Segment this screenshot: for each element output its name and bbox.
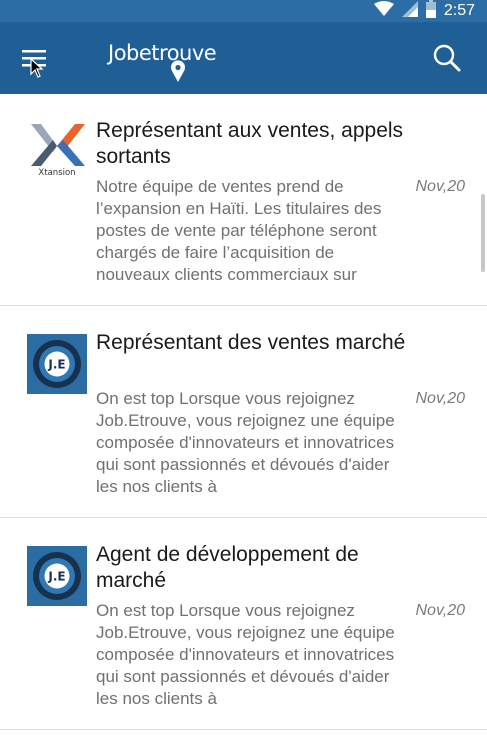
app-logo: Jobetrouve bbox=[108, 36, 217, 82]
xtansion-logo-text: Xtansion bbox=[38, 168, 75, 178]
job-list-item[interactable]: J.E Représentant des ventes marché On es… bbox=[0, 306, 487, 518]
job-title: Représentant des ventes marché bbox=[96, 331, 406, 354]
job-list-item[interactable]: J.E Agent de développement de marché On … bbox=[0, 518, 487, 730]
search-button[interactable] bbox=[427, 40, 467, 80]
job-title: Agent de développement de marché bbox=[96, 543, 359, 592]
job-list[interactable]: Xtansion Représentant aux ventes, appels… bbox=[0, 94, 487, 737]
battery-icon bbox=[425, 0, 436, 23]
status-icons: 2:57 bbox=[373, 0, 475, 23]
app-bar: Jobetrouve bbox=[0, 22, 487, 94]
search-icon bbox=[432, 43, 462, 78]
app-screen: 2:57 Jobetrouve Xtansion Représentant au… bbox=[0, 0, 487, 737]
wifi-icon bbox=[373, 0, 394, 22]
job-list-item[interactable]: Xtansion Représentant aux ventes, appels… bbox=[0, 94, 487, 306]
job-title: Représentant aux ventes, appels sortants bbox=[96, 119, 404, 168]
jobetrouve-logo: J.E bbox=[27, 334, 87, 394]
signal-icon bbox=[401, 0, 418, 22]
location-pin-icon bbox=[170, 60, 186, 87]
logo-text: Jobetrouve bbox=[108, 41, 217, 65]
job-date: Nov,20 bbox=[415, 390, 465, 407]
job-description: Notre équipe de ventes prend de l’expans… bbox=[96, 177, 382, 284]
job-date: Nov,20 bbox=[415, 178, 465, 195]
status-bar: 2:57 bbox=[0, 0, 487, 22]
status-time: 2:57 bbox=[443, 2, 475, 19]
jobetrouve-logo-text: J.E bbox=[47, 570, 65, 584]
job-date: Nov,20 bbox=[415, 602, 465, 619]
job-description: On est top Lorsque vous rejoignez Job.Et… bbox=[96, 389, 395, 496]
job-description: On est top Lorsque vous rejoignez Job.Et… bbox=[96, 601, 395, 708]
jobetrouve-logo-text: J.E bbox=[47, 358, 65, 372]
xtansion-logo: Xtansion bbox=[27, 122, 87, 182]
mouse-cursor-icon bbox=[30, 57, 44, 78]
list-scrollbar[interactable] bbox=[481, 194, 485, 272]
jobetrouve-logo: J.E bbox=[27, 546, 87, 606]
